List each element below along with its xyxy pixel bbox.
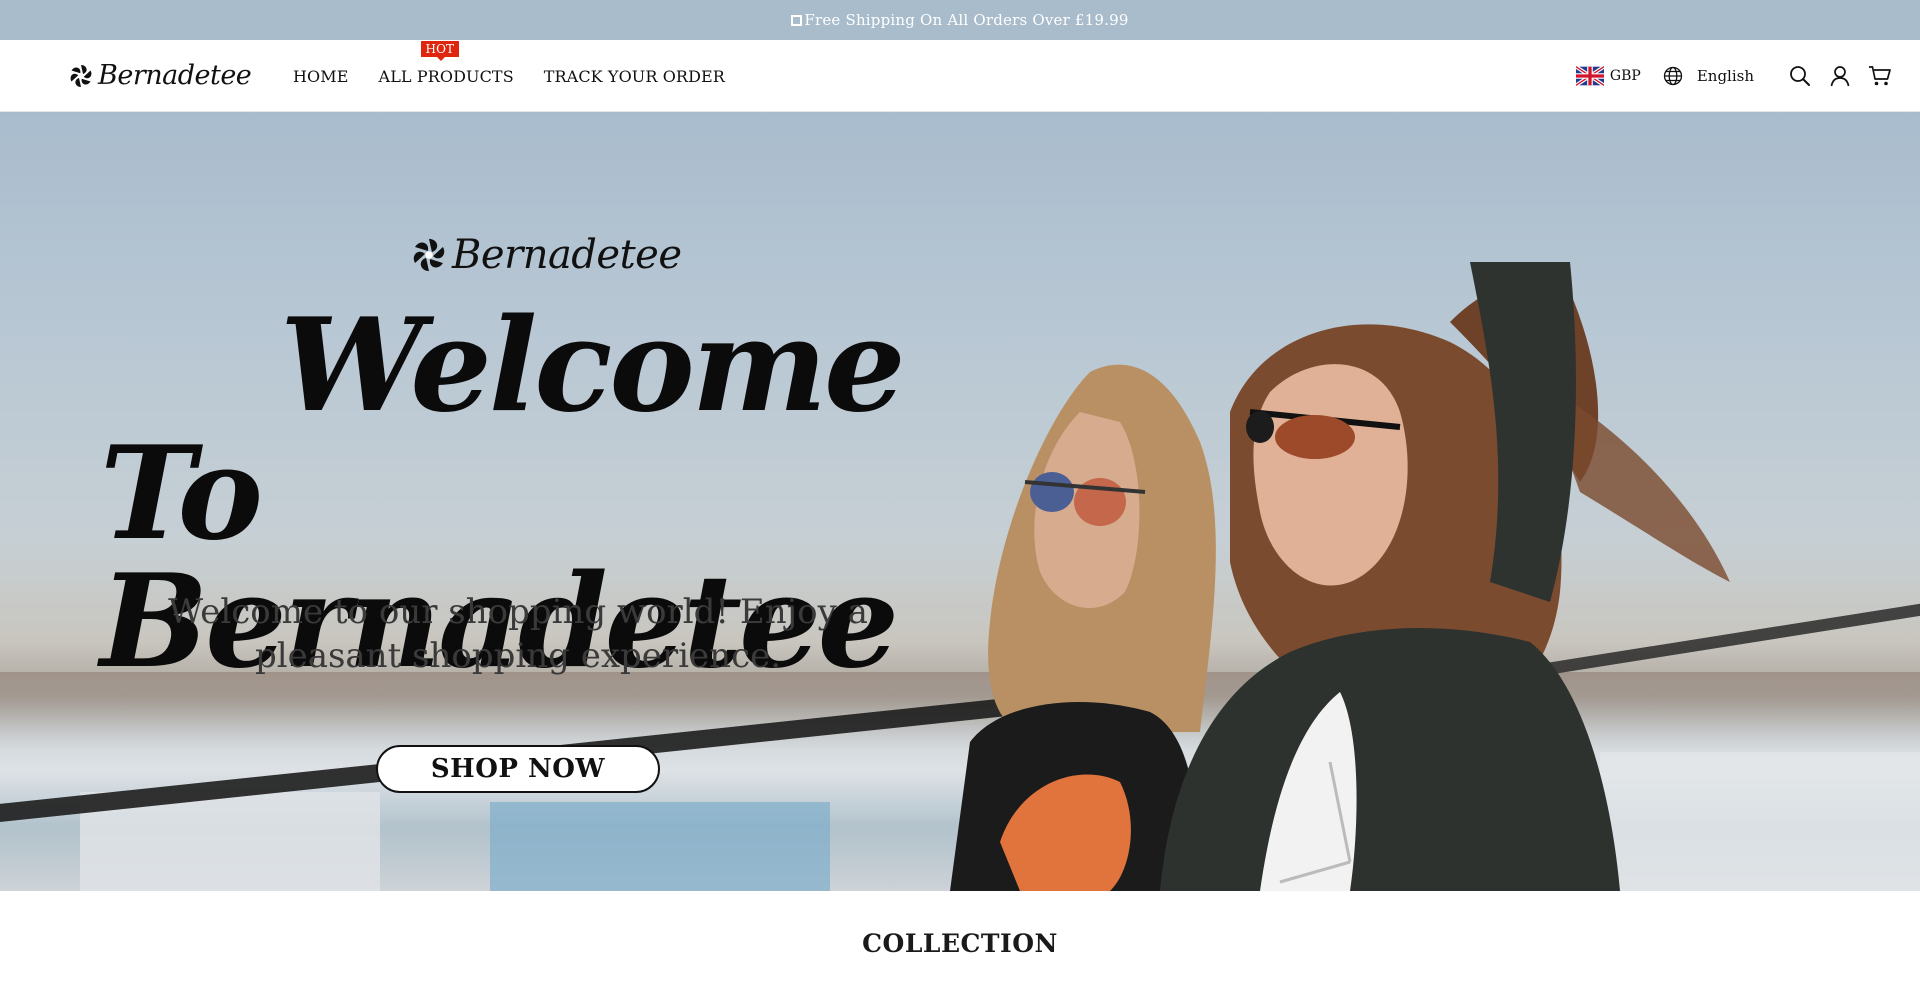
account-button[interactable] (1828, 64, 1852, 88)
hot-badge: HOT (420, 40, 460, 61)
flower-logo-icon (413, 238, 445, 272)
globe-icon (1663, 66, 1682, 86)
hero-logo: Bernadetee (410, 232, 682, 278)
shop-now-button[interactable]: SHOP NOW (376, 745, 660, 793)
hero-building (490, 802, 830, 891)
currency-selector[interactable]: GBP (1575, 66, 1641, 86)
hero-title-line1: Welcome (280, 291, 906, 441)
site-logo[interactable]: Bernadetee (68, 60, 252, 91)
main-nav: HOME HOT ALL PRODUCTS TRACK YOUR ORDER (293, 40, 755, 112)
collection-heading: COLLECTION (862, 929, 1058, 958)
nav-track-order[interactable]: TRACK YOUR ORDER (544, 67, 725, 86)
placeholder-icon (791, 14, 803, 26)
hero-models-image (950, 262, 1730, 891)
announcement-bar: Free Shipping On All Orders Over £19.99 (0, 0, 1920, 40)
nav-all-products[interactable]: HOT ALL PRODUCTS (378, 40, 514, 86)
currency-label: GBP (1609, 68, 1641, 84)
announcement-text: Free Shipping On All Orders Over £19.99 (804, 11, 1129, 29)
hero-subtitle: Welcome to our shopping world! Enjoy a p… (168, 592, 868, 676)
cart-button[interactable] (1868, 64, 1892, 88)
nav-home[interactable]: HOME (293, 67, 349, 86)
cart-icon (1869, 66, 1891, 86)
logo-text: Bernadetee (98, 60, 252, 91)
search-icon (1790, 66, 1810, 86)
site-header: Bernadetee HOME HOT ALL PRODUCTS TRACK Y… (0, 40, 1920, 112)
header-actions: GBP English (1575, 40, 1892, 112)
language-selector[interactable]: English (1663, 66, 1754, 86)
flower-logo-icon (70, 64, 92, 87)
hero-banner: Bernadetee Welcome To Bernadetee Welcome… (0, 112, 1920, 891)
search-button[interactable] (1788, 64, 1812, 88)
language-label: English (1696, 67, 1754, 85)
uk-flag-icon (1575, 66, 1604, 86)
hero-logo-text: Bernadetee (452, 232, 682, 278)
nav-all-products-label: ALL PRODUCTS (378, 66, 514, 86)
account-icon (1830, 66, 1850, 87)
